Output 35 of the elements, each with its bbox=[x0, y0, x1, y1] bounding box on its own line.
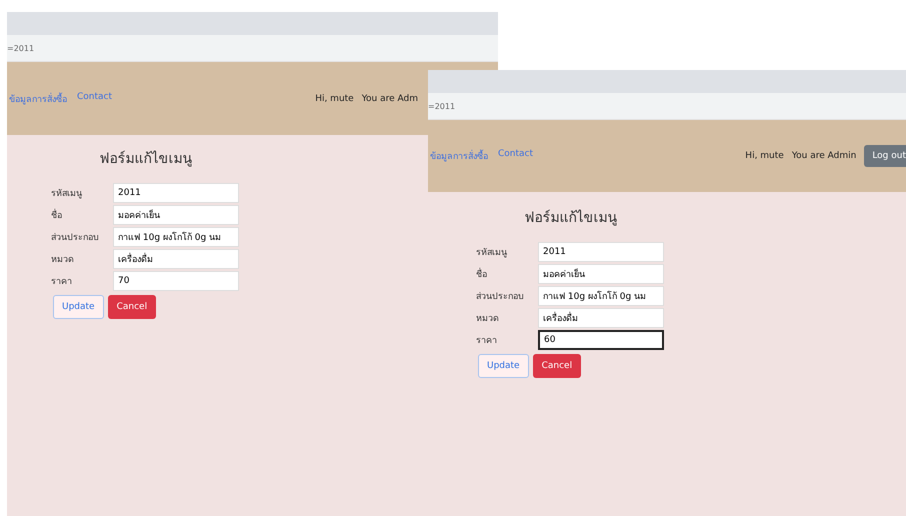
logout-button[interactable]: Log out bbox=[864, 145, 906, 167]
address-bar[interactable]: =2011 bbox=[428, 93, 906, 120]
field-label: ส่วนประกอบ bbox=[476, 291, 525, 303]
input-field[interactable]: มอคค่าเย็น bbox=[538, 264, 664, 284]
greeting-text: Hi, mute bbox=[745, 151, 784, 161]
field-label: รหัสเมนู bbox=[476, 247, 508, 259]
address-bar[interactable]: =2011 bbox=[7, 35, 498, 62]
field-label: ราคา bbox=[51, 276, 73, 288]
cancel-button[interactable]: Cancel bbox=[532, 354, 582, 378]
input-field[interactable]: เครื่องดื่ม bbox=[538, 308, 664, 328]
greeting-text: Hi, mute bbox=[315, 94, 354, 104]
input-field[interactable]: มอคค่าเย็น bbox=[113, 205, 239, 225]
role-text: You are Admin bbox=[792, 151, 856, 161]
cancel-button[interactable]: Cancel bbox=[108, 295, 156, 319]
field-label: หมวด bbox=[51, 254, 75, 266]
field-label: ส่วนประกอบ bbox=[51, 232, 100, 244]
form-title: ฟอร์มแก้ไขเมนู bbox=[524, 208, 618, 228]
input-field[interactable]: 2011 bbox=[538, 242, 664, 262]
nav-link[interactable]: ข้อมูลการสั่งซื้อ bbox=[430, 149, 488, 163]
form-title: ฟอร์มแก้ไขเมนู bbox=[98, 150, 194, 169]
field-label: ราคา bbox=[476, 335, 498, 347]
field-label: หมวด bbox=[476, 313, 500, 325]
input-field[interactable]: 70 bbox=[113, 271, 239, 291]
field-label: ชื่อ bbox=[51, 208, 113, 222]
input-field[interactable]: 2011 bbox=[113, 183, 239, 203]
input-field[interactable]: เครื่องดื่ม bbox=[113, 249, 239, 269]
field-label: ชื่อ bbox=[476, 267, 538, 281]
nav-link[interactable]: ข้อมูลการสั่งซื้อ bbox=[9, 92, 67, 106]
field-label: รหัสเมนู bbox=[51, 188, 83, 200]
role-text: You are Adm bbox=[362, 94, 418, 104]
update-button[interactable]: Update bbox=[478, 354, 529, 378]
input-field[interactable]: กาแฟ 10g ผงโกโก้ 0g นม bbox=[538, 286, 664, 306]
input-field[interactable]: กาแฟ 10g ผงโกโก้ 0g นม bbox=[113, 227, 239, 247]
update-button[interactable]: Update bbox=[53, 295, 104, 319]
input-field[interactable]: 60 bbox=[538, 330, 664, 350]
